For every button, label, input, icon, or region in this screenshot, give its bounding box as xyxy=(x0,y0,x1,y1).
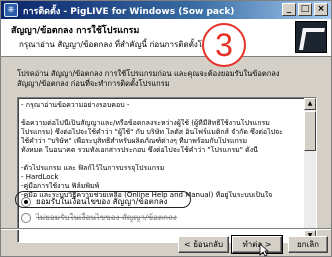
installer-window: ⎈ การติดตั้ง - PigLIVE for Windows (Sow … xyxy=(0,0,332,257)
page-subtitle: กรุณาอ่าน สัญญา/ข้อตกลง ที่สำคัญนี้ ก่อน… xyxy=(19,40,232,49)
license-line: -คู่มือการใช้งาน ฟิล์มพิมพ์ xyxy=(21,182,100,190)
window-controls: _ □ × xyxy=(282,3,328,16)
scroll-up-icon[interactable]: ▲ xyxy=(304,98,316,110)
app-logo-icon xyxy=(295,21,327,53)
license-line: - กรุณาอ่านข้อความอย่างรอบคอบ - xyxy=(21,101,130,109)
instruction-line: โปรดอ่าน สัญญา/ข้อตกลง การใช้โปรแกรมก่อน… xyxy=(17,69,280,78)
decline-radio[interactable] xyxy=(21,212,31,223)
license-line: ใช้คำว่า "บริษัท" เพื่อระบุสิทธิ์สำหรับผ… xyxy=(21,137,248,145)
wizard-header: สัญญา/ข้อตกลง การใช้โปรแกรม กรุณาอ่าน สั… xyxy=(1,19,331,57)
accept-radio[interactable] xyxy=(21,196,31,207)
decline-option[interactable]: ไม่ยอมรับในเงื่อนไขของ สัญญา/ข้อตกลง xyxy=(21,211,177,224)
license-scrollbar[interactable]: ▲ ▼ xyxy=(304,98,316,242)
instruction-line: สัญญา/ข้อตกลง ก่อนที่จะทำการติดตั้งโปรแก… xyxy=(17,79,170,88)
maximize-button[interactable]: □ xyxy=(298,3,312,16)
license-line: -ตัวโปรแกรม และ ฟิลก์ไว้ในการบรรจุโปรแกร… xyxy=(21,164,165,172)
close-button[interactable]: × xyxy=(314,3,328,16)
page-title: สัญญา/ข้อตกลง การใช้โปรแกรม xyxy=(11,26,140,36)
license-line xyxy=(21,155,301,164)
mouse-pointer-icon xyxy=(259,243,269,257)
license-line: ทั้งหมด ในอนาคต รวมทั้งเอกสารประกอบ ซึ่ง… xyxy=(21,146,258,154)
license-instructions: โปรดอ่าน สัญญา/ข้อตกลง การใช้โปรแกรมก่อน… xyxy=(17,69,317,89)
license-text: - กรุณาอ่านข้อความอย่างรอบคอบ - ข้อความต… xyxy=(21,101,301,200)
footer-divider xyxy=(1,228,331,230)
back-button[interactable]: < ย้อนกลับ xyxy=(178,236,229,253)
scrollbar-thumb[interactable] xyxy=(304,111,316,151)
setup-icon[interactable]: ⎈ xyxy=(4,3,18,17)
step-number-badge: 3 xyxy=(202,23,246,67)
license-line: - HardLock xyxy=(21,173,59,181)
next-button[interactable]: ทำต่อ > xyxy=(231,235,283,254)
accept-label: ยอมรับในเงื่อนไขของ สัญญา/ข้อตกลง xyxy=(36,197,168,206)
minimize-button[interactable]: _ xyxy=(282,3,296,16)
license-line: ข้อความต่อไปนี้เป็นสัญญาและ/หรือข้อตกลงร… xyxy=(21,119,270,127)
license-line xyxy=(21,110,301,119)
cancel-button[interactable]: ยกเลิก xyxy=(288,236,328,253)
title-bar[interactable]: ⎈ การติดตั้ง - PigLIVE for Windows (Sow … xyxy=(1,1,331,19)
license-line: โปรแกรม) ซึ่งต่อไปจะใช้คำว่า "ผู้ใช้" กั… xyxy=(21,128,283,136)
window-title: การติดตั้ง - PigLIVE for Windows (Sow pa… xyxy=(23,7,235,17)
accept-option[interactable]: ยอมรับในเงื่อนไขของ สัญญา/ข้อตกลง xyxy=(21,195,167,208)
decline-label: ไม่ยอมรับในเงื่อนไขของ สัญญา/ข้อตกลง xyxy=(36,213,177,222)
